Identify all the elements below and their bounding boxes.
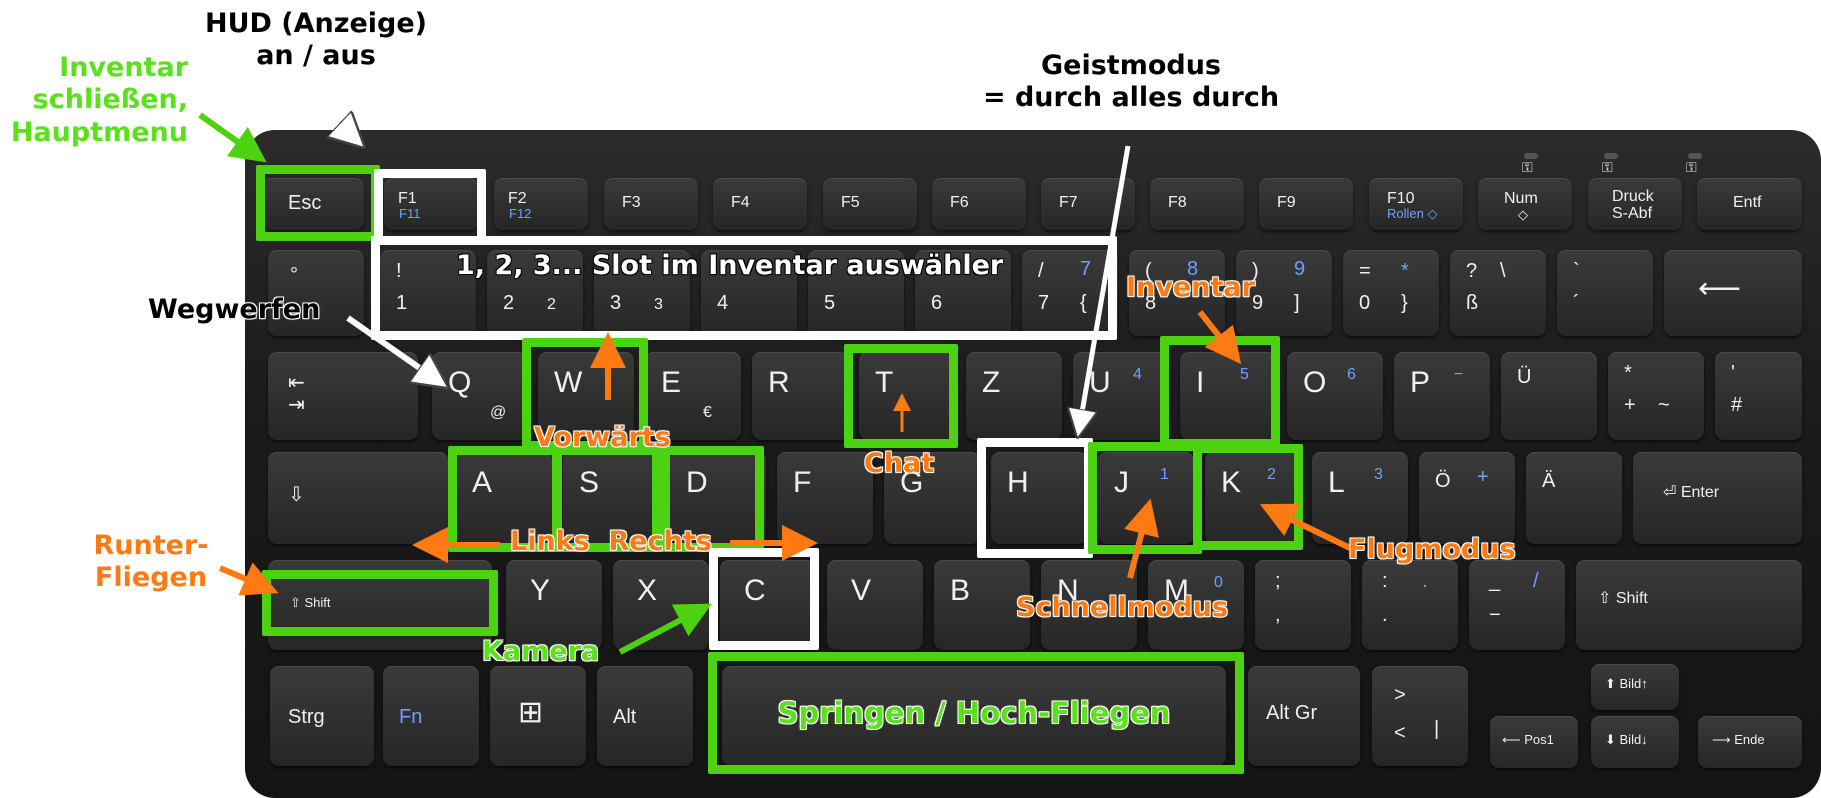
label-schnellmodus: Schnellmodus	[1016, 592, 1229, 623]
label-kamera: Kamera	[482, 636, 600, 667]
label-slots: 1, 2, 3... Slot im Inventar auswähler	[456, 250, 1004, 281]
label-vorwaerts: Vorwärts	[534, 422, 671, 453]
label-flugmodus: Flugmodus	[1348, 534, 1516, 565]
annotation-arrows	[198, 101, 1352, 655]
label-inventar: Inventar	[1126, 272, 1255, 303]
label-chat: Chat	[864, 448, 935, 479]
arrow-wegwerfen	[346, 315, 434, 378]
arrow-inventar-schliessen	[198, 112, 267, 163]
arrow-schnellmodus	[1124, 498, 1159, 579]
arrow-inventar	[1197, 310, 1242, 365]
label-inventar-schliessen: Inventar schließen, Hauptmenu	[10, 52, 188, 148]
label-springen: Springen / Hoch-Fliegen	[777, 696, 1171, 730]
arrow-hud	[315, 101, 352, 136]
label-runter-fliegen: Runter- Fliegen	[93, 530, 209, 594]
arrow-geistmodus	[1080, 145, 1131, 424]
label-wegwerfen: Wegwerfen	[148, 294, 321, 325]
arrow-kamera	[618, 603, 712, 655]
label-geistmodus: Geistmodus = durch alles durch	[982, 50, 1280, 114]
arrow-runter	[218, 562, 279, 596]
keyboard-diagram: ⚿ ⚿ ⚿ Esc F1 F11 F2 F12 F3 F4 F5 F6 F7 F8 …	[0, 0, 1821, 798]
label-hud: HUD (Anzeige) an / aus	[204, 8, 428, 72]
arrow-flugmodus	[1259, 503, 1352, 551]
label-links-rechts: Links Rechts	[510, 526, 712, 557]
